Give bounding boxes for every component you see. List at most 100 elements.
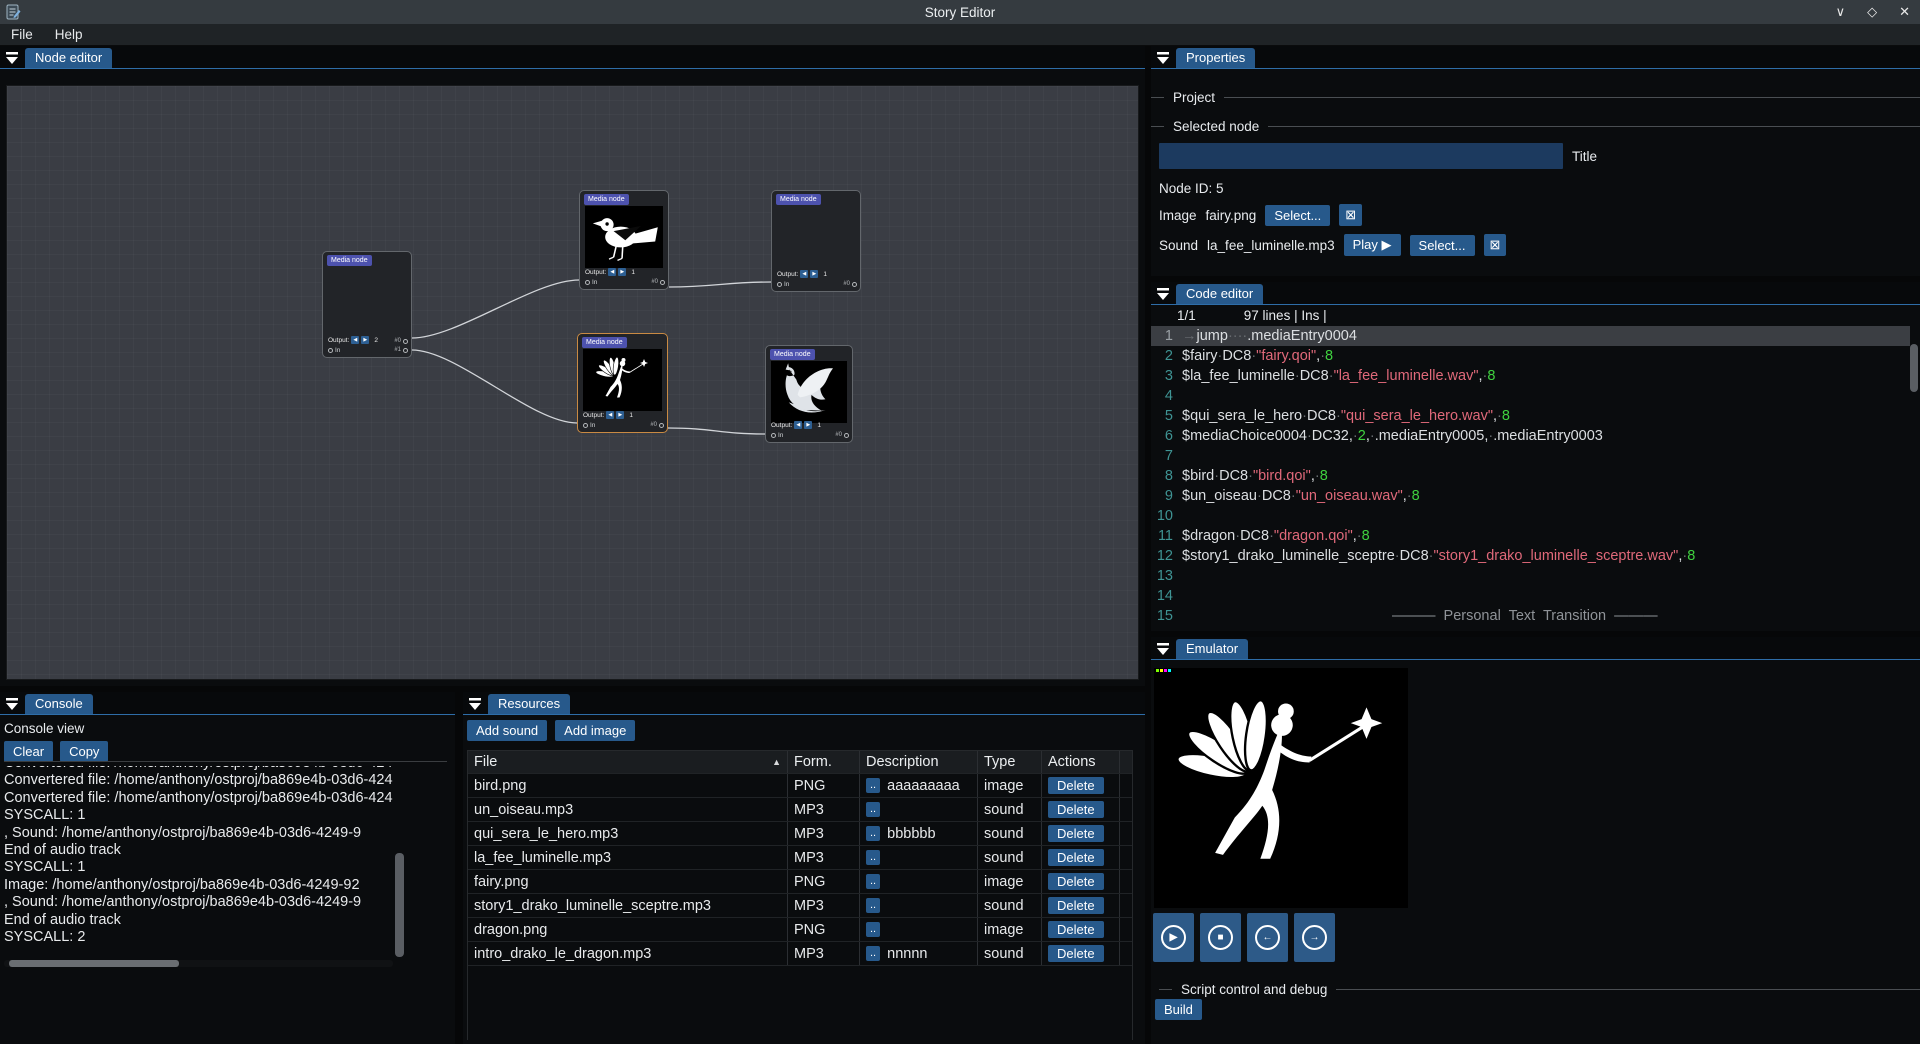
resource-row[interactable]: un_oiseau.mp3MP3..soundDelete xyxy=(468,798,1132,822)
add-image-button[interactable]: Add image xyxy=(555,720,635,741)
code-line[interactable]: 8$bird·DC8·"bird.qoi",·8 xyxy=(1151,466,1910,486)
tab-emulator[interactable]: Emulator xyxy=(1176,639,1248,659)
code-line[interactable]: 12$story1_drako_luminelle_sceptre·DC8·"s… xyxy=(1151,546,1910,566)
edit-description-button[interactable]: .. xyxy=(866,802,880,817)
build-button[interactable]: Build xyxy=(1155,999,1202,1020)
collapse-icon[interactable] xyxy=(468,696,484,711)
output-increment-button[interactable]: ▶ xyxy=(810,270,818,278)
output-port[interactable] xyxy=(660,280,665,285)
code-line[interactable]: 9$un_oiseau·DC8·"un_oiseau.wav",·8 xyxy=(1151,486,1910,506)
menu-file[interactable]: File xyxy=(0,25,44,44)
output-decrement-button[interactable]: ◀ xyxy=(608,268,616,276)
input-port[interactable] xyxy=(328,348,333,353)
console-hscrollbar[interactable] xyxy=(4,960,393,967)
edit-description-button[interactable]: .. xyxy=(866,946,880,961)
output-decrement-button[interactable]: ◀ xyxy=(606,411,614,419)
output-port[interactable] xyxy=(844,433,849,438)
input-port[interactable] xyxy=(771,433,776,438)
edit-description-button[interactable]: .. xyxy=(866,922,880,937)
input-port[interactable] xyxy=(585,280,590,285)
delete-button[interactable]: Delete xyxy=(1048,849,1104,866)
code-line[interactable]: 14 xyxy=(1151,586,1910,606)
code-line[interactable]: 2$fairy·DC8·"fairy.qoi",·8 xyxy=(1151,346,1910,366)
code-line[interactable]: 11$dragon·DC8·"dragon.qoi",·8 xyxy=(1151,526,1910,546)
node-fairy[interactable]: Media nodeOutput:◀▶1In#0 xyxy=(577,333,668,433)
console-copy-button[interactable]: Copy xyxy=(60,741,108,762)
code-line[interactable]: 3$la_fee_luminelle·DC8·"la_fee_luminelle… xyxy=(1151,366,1910,386)
delete-button[interactable]: Delete xyxy=(1048,945,1104,962)
code-line[interactable]: 10 xyxy=(1151,506,1910,526)
output-increment-button[interactable]: ▶ xyxy=(616,411,624,419)
delete-button[interactable]: Delete xyxy=(1048,897,1104,914)
output-decrement-button[interactable]: ◀ xyxy=(800,270,808,278)
edit-description-button[interactable]: .. xyxy=(866,898,880,913)
resource-row[interactable]: dragon.pngPNG..imageDelete xyxy=(468,918,1132,942)
console-vscrollbar[interactable] xyxy=(395,853,404,957)
node-blank-0[interactable]: Media nodeOutput:◀▶2In#0#1 xyxy=(322,251,412,358)
add-sound-button[interactable]: Add sound xyxy=(467,720,547,741)
console-log[interactable]: Convertered file: /home/anthony/ostproj/… xyxy=(4,766,393,958)
console-clear-button[interactable]: Clear xyxy=(4,741,53,762)
code-line[interactable]: 4 xyxy=(1151,386,1910,406)
delete-button[interactable]: Delete xyxy=(1048,921,1104,938)
code-line[interactable]: 15——— Personal Text Transition ——— xyxy=(1151,606,1910,626)
code-line[interactable]: 6$mediaChoice0004·DC32,·2,·.mediaEntry00… xyxy=(1151,426,1910,446)
column-header-description[interactable]: Description xyxy=(860,751,978,773)
output-port[interactable] xyxy=(403,348,408,353)
sound-select-button[interactable]: Select... xyxy=(1410,235,1475,256)
resource-row[interactable]: intro_drako_le_dragon.mp3MP3..nnnnnsound… xyxy=(468,942,1132,966)
tab-properties[interactable]: Properties xyxy=(1176,48,1255,68)
output-decrement-button[interactable]: ◀ xyxy=(794,421,802,429)
close-icon[interactable]: ✕ xyxy=(1899,0,1910,24)
code-scrollbar[interactable] xyxy=(1910,344,1918,392)
code-line[interactable]: 13 xyxy=(1151,566,1910,586)
resource-row[interactable]: la_fee_luminelle.mp3MP3..soundDelete xyxy=(468,846,1132,870)
code-line[interactable]: 5$qui_sera_le_hero·DC8·"qui_sera_le_hero… xyxy=(1151,406,1910,426)
emulator-stop-button[interactable]: ■ xyxy=(1200,913,1241,962)
column-header-actions[interactable]: Actions xyxy=(1042,751,1120,773)
collapse-icon[interactable] xyxy=(1156,641,1172,656)
sound-clear-button[interactable]: ⊠ xyxy=(1484,234,1507,256)
delete-button[interactable]: Delete xyxy=(1048,777,1104,794)
output-increment-button[interactable]: ▶ xyxy=(361,336,369,344)
output-increment-button[interactable]: ▶ xyxy=(804,421,812,429)
collapse-icon[interactable] xyxy=(5,696,21,711)
resource-row[interactable]: bird.pngPNG..aaaaaaaaaimageDelete xyxy=(468,774,1132,798)
edit-description-button[interactable]: .. xyxy=(866,778,880,793)
tab-code-editor[interactable]: Code editor xyxy=(1176,284,1263,304)
edit-description-button[interactable]: .. xyxy=(866,874,880,889)
node-canvas[interactable]: Media nodeOutput:◀▶2In#0#1 Media nodeOutp… xyxy=(6,85,1139,680)
maximize-icon[interactable]: ◇ xyxy=(1867,0,1877,24)
tab-resources[interactable]: Resources xyxy=(488,694,570,714)
code-line[interactable]: 7 xyxy=(1151,446,1910,466)
column-header-file[interactable]: File▲ xyxy=(468,751,788,773)
output-port[interactable] xyxy=(659,423,664,428)
collapse-icon[interactable] xyxy=(1156,286,1172,301)
input-port[interactable] xyxy=(583,423,588,428)
emulator-prev-button[interactable]: ← xyxy=(1247,913,1288,962)
image-clear-button[interactable]: ⊠ xyxy=(1339,204,1362,226)
delete-button[interactable]: Delete xyxy=(1048,873,1104,890)
image-select-button[interactable]: Select... xyxy=(1265,205,1330,226)
node-blank-2[interactable]: Media nodeOutput:◀▶1In#0 xyxy=(771,190,861,292)
minimize-icon[interactable]: ∨ xyxy=(1836,0,1846,24)
column-header-type[interactable]: Type xyxy=(978,751,1042,773)
tab-console[interactable]: Console xyxy=(25,694,93,714)
collapse-icon[interactable] xyxy=(5,50,21,65)
resource-row[interactable]: qui_sera_le_hero.mp3MP3..bbbbbbsoundDele… xyxy=(468,822,1132,846)
resource-row[interactable]: story1_drako_luminelle_sceptre.mp3MP3..s… xyxy=(468,894,1132,918)
output-port[interactable] xyxy=(852,282,857,287)
sound-play-button[interactable]: Play ▶ xyxy=(1344,234,1401,256)
emulator-next-button[interactable]: → xyxy=(1294,913,1335,962)
delete-button[interactable]: Delete xyxy=(1048,801,1104,818)
edit-description-button[interactable]: .. xyxy=(866,850,880,865)
emulator-play-button[interactable]: ▶ xyxy=(1153,913,1194,962)
code-line[interactable]: 1→jump····.mediaEntry0004 xyxy=(1151,326,1910,346)
menu-help[interactable]: Help xyxy=(44,25,94,44)
collapse-icon[interactable] xyxy=(1156,50,1172,65)
resource-row[interactable]: fairy.pngPNG..imageDelete xyxy=(468,870,1132,894)
tab-node-editor[interactable]: Node editor xyxy=(25,48,112,68)
node-bird[interactable]: Media nodeOutput:◀▶1In#0 xyxy=(579,190,669,290)
code-lines[interactable]: 1→jump····.mediaEntry00042$fairy·DC8·"fa… xyxy=(1151,326,1910,631)
title-input[interactable] xyxy=(1159,143,1563,169)
